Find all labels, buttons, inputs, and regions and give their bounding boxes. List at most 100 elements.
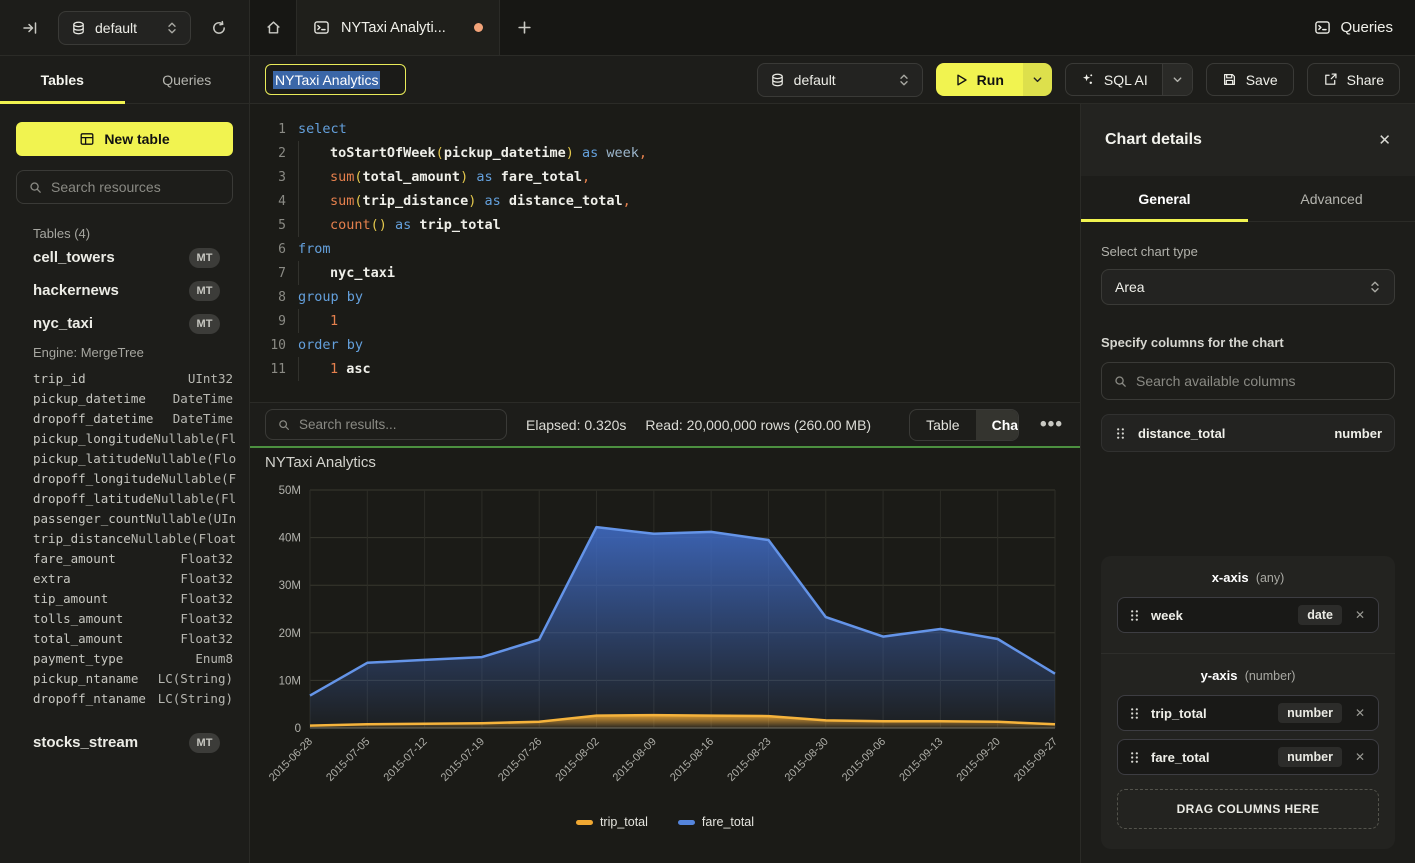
results-search-input[interactable] xyxy=(299,417,495,432)
view-toggle-table[interactable]: Table xyxy=(910,410,975,440)
column-row: dropoff_datetimeDateTime xyxy=(33,408,233,428)
column-name: dropoff_datetime xyxy=(33,411,153,426)
collapse-sidebar-icon xyxy=(22,20,38,36)
code-token: ) xyxy=(460,169,468,185)
sparkles-icon xyxy=(1080,72,1095,87)
chevron-down-icon xyxy=(1032,74,1043,85)
table-columns-list: trip_idUInt32pickup_datetimeDateTimedrop… xyxy=(33,368,233,708)
table-row[interactable]: cell_towersMT xyxy=(33,241,233,274)
column-type: Float32 xyxy=(180,591,233,606)
available-column-item[interactable]: distance_totalnumber xyxy=(1101,414,1395,452)
query-toolbar: NYTaxi Analytics default Run SQL AI xyxy=(250,56,1415,104)
available-column-type: number xyxy=(1334,426,1382,441)
remove-column-button[interactable]: ✕ xyxy=(1352,706,1368,720)
code-line: 5count() as trip_total xyxy=(250,213,1080,237)
sql-editor[interactable]: 1select2toStartOfWeek(pickup_datetime) a… xyxy=(250,104,1080,402)
legend-item[interactable]: fare_total xyxy=(678,815,754,829)
queries-button[interactable]: Queries xyxy=(1292,0,1415,55)
x-axis-items: weekdate✕ xyxy=(1117,597,1379,633)
column-row: trip_idUInt32 xyxy=(33,368,233,388)
save-button[interactable]: Save xyxy=(1206,63,1294,96)
code-token: , xyxy=(623,193,631,209)
area-chart[interactable]: 010M20M30M40M50M2015-06-282015-07-052015… xyxy=(250,474,1080,826)
query-tab-title: NYTaxi Analyti... xyxy=(341,20,446,36)
new-table-button[interactable]: New table xyxy=(16,122,233,156)
code-line: 10order by xyxy=(250,333,1080,357)
column-name: tip_amount xyxy=(33,591,108,606)
tab-general[interactable]: General xyxy=(1081,176,1248,221)
drag-handle-icon xyxy=(1128,706,1141,721)
chart-type-select[interactable]: Area xyxy=(1101,269,1395,305)
code-token: order by xyxy=(298,337,363,353)
code-token: ( xyxy=(436,145,444,161)
sidebar-tab-bar: Tables Queries xyxy=(0,56,250,104)
svg-text:2015-08-30: 2015-08-30 xyxy=(783,736,831,784)
legend-item[interactable]: trip_total xyxy=(576,815,648,829)
indent-guide xyxy=(298,165,330,189)
y-axis-column-name: fare_total xyxy=(1151,750,1210,765)
remove-column-button[interactable]: ✕ xyxy=(1352,608,1368,622)
svg-text:2015-09-20: 2015-09-20 xyxy=(955,736,1003,784)
home-tab-button[interactable] xyxy=(250,0,296,55)
remove-column-button[interactable]: ✕ xyxy=(1352,750,1368,764)
legend-label: trip_total xyxy=(600,815,648,829)
run-button[interactable]: Run xyxy=(936,63,1023,96)
code-line: 1select xyxy=(250,117,1080,141)
drag-handle-icon xyxy=(1128,750,1141,765)
database-selector[interactable]: default xyxy=(757,63,923,97)
refresh-button[interactable] xyxy=(203,12,235,44)
sidebar-tab-queries[interactable]: Queries xyxy=(125,56,250,103)
sql-ai-button[interactable]: SQL AI xyxy=(1066,64,1162,95)
table-row[interactable]: stocks_streamMT xyxy=(33,726,233,759)
share-button-label: Share xyxy=(1347,72,1384,88)
y-axis-label-text: y-axis xyxy=(1201,668,1238,683)
drag-columns-drop-zone[interactable]: DRAG COLUMNS HERE xyxy=(1117,789,1379,829)
table-name: stocks_stream xyxy=(33,734,138,751)
sidebar-search-input[interactable] xyxy=(51,179,221,195)
x-axis-label-text: x-axis xyxy=(1212,570,1249,585)
view-toggle-chart[interactable]: Chart xyxy=(976,410,1019,440)
available-columns-list: distance_totalnumber xyxy=(1101,414,1395,452)
database-selector[interactable]: default xyxy=(58,11,191,45)
share-button[interactable]: Share xyxy=(1307,63,1400,96)
x-axis-column-item[interactable]: weekdate✕ xyxy=(1117,597,1379,633)
column-row: pickup_ntanameLC(String) xyxy=(33,668,233,688)
x-axis-hint: (any) xyxy=(1256,571,1284,585)
svg-text:2015-06-28: 2015-06-28 xyxy=(267,736,315,784)
sidebar-tab-tables[interactable]: Tables xyxy=(0,56,125,103)
column-row: payment_typeEnum8 xyxy=(33,648,233,668)
column-name: fare_amount xyxy=(33,551,116,566)
svg-text:20M: 20M xyxy=(279,628,301,640)
table-row[interactable]: hackernewsMT xyxy=(33,274,233,307)
code-line: 7nyc_taxi xyxy=(250,261,1080,285)
code-token: as xyxy=(387,217,420,233)
column-type-badge: number xyxy=(1278,747,1342,767)
column-name: pickup_longitude xyxy=(33,431,153,446)
y-axis-items: trip_totalnumber✕ fare_total number ✕ xyxy=(1117,695,1379,775)
table-row[interactable]: nyc_taxiMT xyxy=(33,307,233,340)
columns-search-input[interactable] xyxy=(1136,373,1383,389)
query-tab[interactable]: NYTaxi Analyti... xyxy=(296,0,500,55)
column-type: Nullable(F xyxy=(161,471,236,486)
share-icon xyxy=(1323,72,1338,87)
run-options-button[interactable] xyxy=(1023,63,1052,96)
tab-general-label: General xyxy=(1138,191,1190,207)
tab-advanced[interactable]: Advanced xyxy=(1248,176,1415,221)
query-title-input[interactable]: NYTaxi Analytics xyxy=(265,64,406,95)
y-axis-column-item[interactable]: fare_total number ✕ xyxy=(1117,739,1379,775)
sidebar-collapse-button[interactable] xyxy=(14,12,46,44)
search-icon xyxy=(277,418,291,432)
sql-ai-options-button[interactable] xyxy=(1162,64,1192,95)
new-tab-button[interactable] xyxy=(500,0,548,55)
more-options-button[interactable]: ••• xyxy=(1038,414,1065,436)
plus-icon xyxy=(517,20,532,35)
results-search xyxy=(265,409,507,440)
legend-label: fare_total xyxy=(702,815,754,829)
column-type-badge: date xyxy=(1298,605,1342,625)
svg-text:30M: 30M xyxy=(279,580,301,592)
code-token: () xyxy=(371,217,387,233)
column-type: Nullable(UIn xyxy=(146,511,236,526)
column-name: pickup_datetime xyxy=(33,391,146,406)
close-button[interactable]: ✕ xyxy=(1378,131,1391,149)
y-axis-column-item[interactable]: trip_totalnumber✕ xyxy=(1117,695,1379,731)
